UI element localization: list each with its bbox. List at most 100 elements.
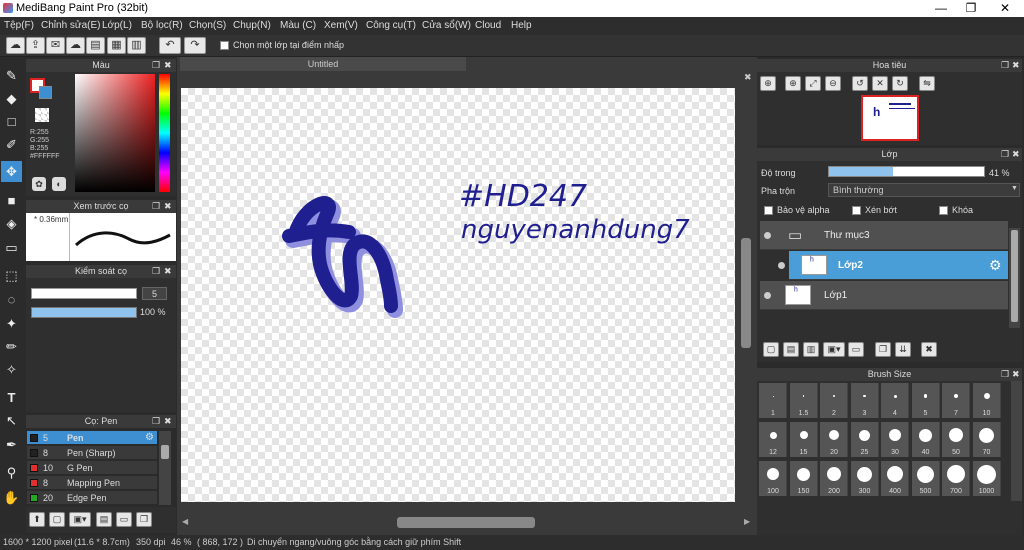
brush-size-cell[interactable]: 100 xyxy=(759,461,787,496)
zoom-in-small-icon[interactable]: ⊕ xyxy=(785,76,801,91)
undock-icon[interactable]: ❐ xyxy=(1001,59,1009,72)
brush-copy-icon[interactable]: ▤ xyxy=(96,512,112,527)
document-icon[interactable]: ▤ xyxy=(86,37,105,54)
select-rect-tool-icon[interactable]: ⬚ xyxy=(1,265,22,286)
visibility-icon[interactable] xyxy=(778,262,785,269)
add-brush-icon[interactable]: ⬆ xyxy=(29,512,45,527)
brush-list-scrollbar[interactable] xyxy=(159,431,171,505)
menu-select[interactable]: Chọn(S) xyxy=(189,20,226,31)
eyedropper-tool-icon[interactable]: ⚲ xyxy=(1,462,22,483)
new-brush-icon[interactable]: ▢ xyxy=(49,512,65,527)
menu-window[interactable]: Cửa sổ(W) xyxy=(422,20,471,31)
upload-icon[interactable]: ⇪ xyxy=(26,37,45,54)
clipping-checkbox[interactable] xyxy=(852,206,861,215)
undock-icon[interactable]: ❐ xyxy=(152,59,160,72)
brush-size-cell[interactable]: 1000 xyxy=(972,461,1001,496)
menu-color[interactable]: Màu (C) xyxy=(280,20,316,31)
brush-size-cell[interactable]: 70 xyxy=(972,422,1001,457)
brush-size-cell[interactable]: 300 xyxy=(850,461,879,496)
minimize-button[interactable]: — xyxy=(928,1,954,15)
brush-size-cell[interactable]: 25 xyxy=(850,422,879,457)
move-tool-icon[interactable]: ✥ xyxy=(1,161,22,182)
brush-item[interactable]: 8 Pen (Sharp) xyxy=(27,446,157,460)
select-layer-checkbox[interactable] xyxy=(220,41,229,50)
brush-size-cell[interactable]: 700 xyxy=(942,461,970,496)
add-layer-menu-icon[interactable]: ▣▾ xyxy=(823,342,845,357)
shape-tool-icon[interactable]: □ xyxy=(1,111,22,132)
dot-tool-icon[interactable]: ✐ xyxy=(1,134,22,155)
undock-icon[interactable]: ❐ xyxy=(1001,368,1009,381)
color-square[interactable] xyxy=(75,74,155,192)
rotate-right-icon[interactable]: ↻ xyxy=(892,76,908,91)
menu-help[interactable]: Help xyxy=(511,20,532,31)
new-8bit-layer-icon[interactable]: ▥ xyxy=(803,342,819,357)
secondary-color-swatch[interactable] xyxy=(39,86,52,99)
horizontal-scrollbar[interactable] xyxy=(181,516,735,529)
cloud-save-icon[interactable]: ☁ xyxy=(66,37,85,54)
zoom-out-icon[interactable]: ⊖ xyxy=(825,76,841,91)
layer-settings-icon[interactable]: ⚙ xyxy=(989,257,1002,274)
navigator-thumbnail[interactable]: h xyxy=(861,95,919,141)
menu-cloud[interactable]: Cloud xyxy=(475,20,501,31)
blend-mode-select[interactable]: Bình thường ▼ xyxy=(828,183,1020,197)
brush-size-cell[interactable]: 200 xyxy=(820,461,848,496)
hue-slider[interactable] xyxy=(159,74,170,192)
panel-close-icon[interactable]: ✖ xyxy=(1012,59,1020,72)
brush-opacity-slider[interactable] xyxy=(31,307,137,318)
magic-wand-tool-icon[interactable]: ✦ xyxy=(1,313,22,334)
undock-icon[interactable]: ❐ xyxy=(1001,148,1009,161)
visibility-icon[interactable] xyxy=(764,292,771,299)
brush-size-cell[interactable]: 12 xyxy=(759,422,787,457)
brush-size-cell[interactable]: 20 xyxy=(820,422,848,457)
menu-filter[interactable]: Bộ lọc(R) xyxy=(141,20,183,31)
menu-view[interactable]: Xem(V) xyxy=(324,20,358,31)
maximize-button[interactable]: ❐ xyxy=(958,1,984,15)
flip-icon[interactable]: ⇋ xyxy=(919,76,935,91)
transparent-swatch[interactable] xyxy=(35,108,49,122)
brush-size-cell[interactable]: 40 xyxy=(911,422,940,457)
brush-size-cell[interactable]: 1 xyxy=(759,383,787,418)
hand-tool-icon[interactable]: ✋ xyxy=(1,487,22,508)
bucket-tool-icon[interactable]: ◈ xyxy=(1,213,22,234)
brush-item[interactable]: 10 G Pen xyxy=(27,461,157,475)
comment-icon[interactable]: ✉ xyxy=(46,37,65,54)
brush-size-cell[interactable]: 15 xyxy=(789,422,818,457)
palette-icon[interactable]: ✿ xyxy=(32,177,46,191)
brush-item[interactable]: 8 Mapping Pen xyxy=(27,476,157,490)
brush-settings-icon[interactable]: ⚙ xyxy=(145,432,154,443)
panel-close-icon[interactable]: ✖ xyxy=(164,59,172,72)
brush-size-cell[interactable]: 1.5 xyxy=(789,383,818,418)
gradient-tool-icon[interactable]: ▭ xyxy=(1,237,22,258)
new-folder-icon[interactable]: ▭ xyxy=(848,342,864,357)
cloud-icon[interactable]: ☁ xyxy=(6,37,25,54)
panel-close-icon[interactable]: ✖ xyxy=(1012,368,1020,381)
scroll-right-icon[interactable]: ▶ xyxy=(744,517,750,526)
fit-window-icon[interactable]: ✕ xyxy=(872,76,888,91)
brush-size-cell[interactable]: 4 xyxy=(881,383,909,418)
brush-size-cell[interactable]: 5 xyxy=(911,383,940,418)
menu-edit[interactable]: Chỉnh sửa(E) xyxy=(41,20,101,31)
brush-item[interactable]: 20 Edge Pen xyxy=(27,491,157,505)
brush-size-slider[interactable] xyxy=(31,288,137,299)
new-layer-icon[interactable]: ▢ xyxy=(763,342,779,357)
redo-icon[interactable]: ↷ xyxy=(184,37,206,54)
menu-tools[interactable]: Công cụ(T) xyxy=(366,20,416,31)
text-tool-icon[interactable]: T xyxy=(1,387,22,408)
brush-size-cell[interactable]: 10 xyxy=(972,383,1001,418)
document-close-icon[interactable]: ✖ xyxy=(744,72,752,83)
brush-tool-icon[interactable]: ✎ xyxy=(1,65,22,86)
merge-layer-icon[interactable]: ⇊ xyxy=(895,342,911,357)
duplicate-icon[interactable]: ❐ xyxy=(136,512,152,527)
brush-size-cell[interactable]: 500 xyxy=(911,461,940,496)
brush-size-scrollbar[interactable] xyxy=(1011,381,1022,501)
operation-tool-icon[interactable]: ↖ xyxy=(1,410,22,431)
brush-size-cell[interactable]: 150 xyxy=(789,461,818,496)
delete-layer-icon[interactable]: ✖ xyxy=(921,342,937,357)
panel-close-icon[interactable]: ✖ xyxy=(164,265,172,278)
layer-row-selected[interactable]: ʰ Lớp2 ⚙ xyxy=(789,251,1008,280)
panel-close-icon[interactable]: ✖ xyxy=(1012,148,1020,161)
select-pen-tool-icon[interactable]: ✏ xyxy=(1,336,22,357)
fill-rect-tool-icon[interactable]: ■ xyxy=(1,190,22,211)
vertical-scrollbar[interactable] xyxy=(739,88,753,502)
brush-size-cell[interactable]: 2 xyxy=(820,383,848,418)
